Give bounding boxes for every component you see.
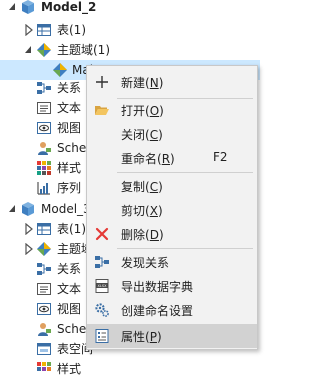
relation-icon — [37, 263, 51, 275]
sequence-icon — [37, 182, 50, 195]
menu-item-accesskey: X — [149, 204, 158, 218]
relation-icon — [37, 82, 51, 94]
view-icon — [37, 303, 51, 315]
plus-icon — [96, 76, 108, 88]
tablespace-icon — [37, 343, 51, 355]
menu-item-label: 删除 — [121, 228, 146, 242]
menu-item-naming-settings[interactable]: 创建命名设置 — [87, 298, 257, 322]
tree-node-label: 文本 — [57, 101, 82, 115]
collapse-arrow-icon[interactable] — [24, 44, 34, 56]
model-cube-icon — [22, 202, 34, 216]
menu-item-label: 剪切 — [121, 204, 146, 218]
tree-node-label: 样式 — [57, 362, 82, 376]
tree-node-label: 序列 — [57, 181, 82, 195]
export-xlsx-icon: XLSX — [95, 279, 109, 293]
menu-item-open[interactable]: 打开(O) — [87, 98, 257, 122]
menu-item-discover-relations[interactable]: 发现关系 — [87, 250, 257, 274]
folder-open-icon — [95, 106, 109, 115]
properties-icon — [95, 329, 109, 343]
menu-item-label: 新建 — [121, 76, 146, 90]
menu-item-properties[interactable]: 属性(P) — [87, 324, 257, 348]
menu-item-label: 复制 — [121, 180, 146, 194]
svg-text:XLSX: XLSX — [98, 284, 108, 288]
text-icon — [37, 283, 51, 295]
subject-area-icon — [37, 43, 51, 57]
tree-node-label: 文本 — [57, 282, 82, 296]
menu-item-label: 发现关系 — [121, 256, 170, 270]
tree-node-label: 表(1) — [57, 23, 86, 37]
menu-item-accesskey: N — [149, 76, 159, 90]
text-icon — [37, 102, 51, 114]
tree-node-label: 样式 — [57, 161, 82, 175]
menu-item-close[interactable]: 关闭(C) — [87, 122, 257, 146]
tree-node-label: 关系 — [57, 81, 82, 95]
menu-item-label: 重命名 — [121, 152, 158, 166]
menu-item-label: 创建命名设置 — [121, 304, 194, 318]
menu-item-label: 打开 — [121, 104, 146, 118]
subject-area-icon — [53, 63, 67, 77]
menu-item-accesskey: C — [149, 128, 159, 142]
tree-node-styles-2[interactable]: 样式 — [0, 359, 260, 379]
tree-node-label: 视图 — [57, 121, 82, 135]
schema-user-icon — [38, 323, 51, 336]
delete-x-icon — [95, 227, 109, 241]
menu-item-label: 关闭 — [121, 128, 146, 142]
tree-node-model-2[interactable]: Model_2 — [0, 0, 260, 17]
menu-item-cut[interactable]: 剪切(X) — [87, 198, 257, 222]
tree-node-label: Sche — [57, 322, 87, 336]
menu-item-new[interactable]: 新建(N) — [87, 70, 257, 94]
model-cube-icon — [22, 0, 34, 14]
tree-node-label: 关系 — [57, 262, 82, 276]
tree-node-label: 表(1) — [57, 222, 86, 236]
menu-item-accesskey: R — [161, 152, 171, 166]
table-icon — [37, 223, 51, 235]
tree-node-tables[interactable]: 表(1) — [0, 20, 260, 40]
style-palette-icon — [37, 362, 51, 371]
menu-item-rename[interactable]: 重命名(R) F2 — [87, 146, 257, 170]
relation-icon — [95, 256, 109, 268]
tree-node-label: Model_3 — [41, 202, 91, 216]
style-palette-icon — [37, 161, 51, 175]
tree-node-label: 主题域(1) — [57, 43, 110, 57]
view-icon — [37, 122, 51, 134]
menu-item-accesskey: C — [149, 180, 159, 194]
expand-arrow-icon[interactable] — [24, 223, 34, 235]
menu-item-delete[interactable]: 删除(D) — [87, 222, 257, 246]
menu-separator — [117, 172, 253, 173]
table-icon — [37, 24, 51, 36]
subject-area-icon — [37, 242, 51, 256]
expand-arrow-icon[interactable] — [24, 243, 34, 255]
menu-item-export-data-dictionary[interactable]: XLSX 导出数据字典 — [87, 274, 257, 298]
schema-user-icon — [38, 142, 51, 155]
gear-icon — [95, 303, 109, 317]
menu-item-copy[interactable]: 复制(C) — [87, 174, 257, 198]
menu-item-label: 属性 — [121, 330, 146, 344]
menu-separator — [117, 248, 253, 249]
tree-node-label: 视图 — [57, 302, 82, 316]
menu-item-accesskey: D — [149, 228, 159, 242]
menu-item-label: 导出数据字典 — [121, 280, 194, 294]
collapse-arrow-icon[interactable] — [8, 1, 18, 13]
tree-node-label: Model_2 — [41, 0, 97, 14]
tree-node-label: Sche — [57, 141, 87, 155]
expand-arrow-icon[interactable] — [24, 24, 34, 36]
menu-item-accesskey: P — [149, 330, 157, 344]
menu-item-accesskey: O — [149, 104, 160, 118]
menu-item-shortcut: F2 — [213, 150, 228, 164]
context-menu: 新建(N) 打开(O) 关闭(C) 重命名(R) F2 复制(C) 剪切(X) … — [86, 65, 258, 350]
collapse-arrow-icon[interactable] — [8, 203, 18, 215]
tree-node-subject-areas[interactable]: 主题域(1) — [0, 40, 260, 60]
